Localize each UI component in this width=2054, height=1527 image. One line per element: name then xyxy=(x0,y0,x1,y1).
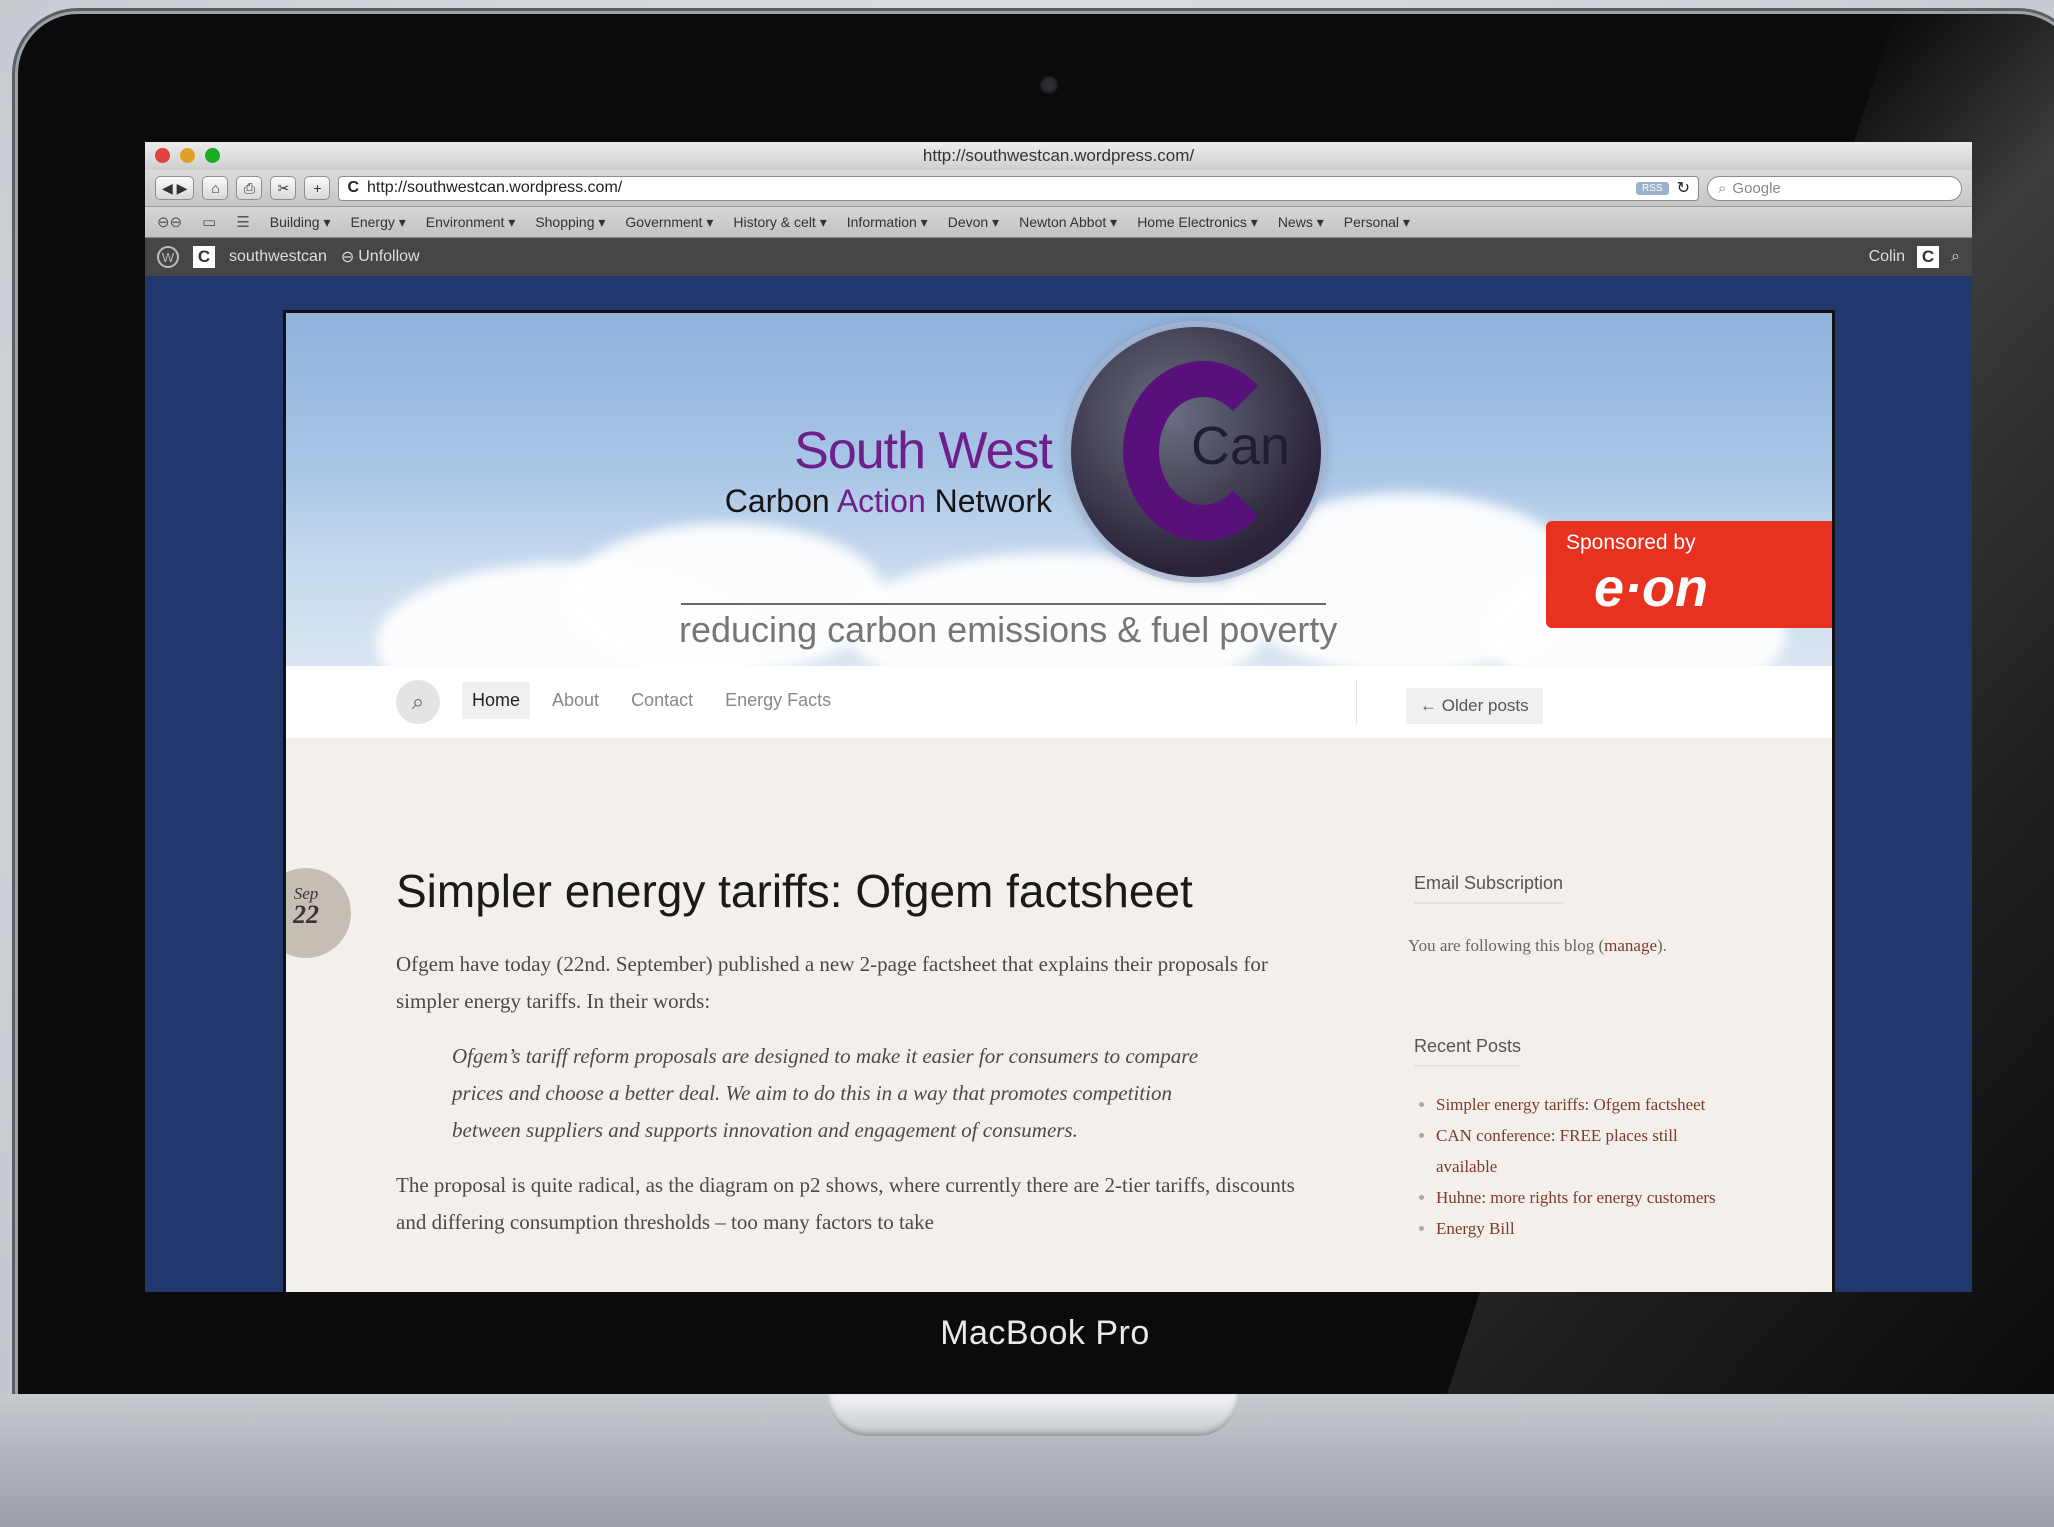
site-favicon-icon: C xyxy=(347,179,359,196)
logo-text: Can xyxy=(1191,416,1291,476)
bookmark-item[interactable]: Building ▾ xyxy=(270,214,331,231)
recent-post-link[interactable]: Energy Bill xyxy=(1436,1219,1515,1238)
bookmark-item[interactable]: Government ▾ xyxy=(625,214,713,231)
bookmark-item[interactable]: Information ▾ xyxy=(847,214,928,231)
post-title[interactable]: Simpler energy tariffs: Ofgem factsheet xyxy=(396,864,1193,918)
post-body: Ofgem have today (22nd. September) publi… xyxy=(396,946,1296,1259)
list-item: Energy Bill xyxy=(1436,1213,1728,1244)
website: South West Carbon Action Network Can red… xyxy=(283,310,1835,1292)
post-paragraph: The proposal is quite radical, as the di… xyxy=(396,1173,1295,1234)
title-word: Carbon xyxy=(724,483,830,519)
close-window-icon[interactable] xyxy=(155,148,170,163)
print-icon[interactable]: ⎙ xyxy=(236,176,263,200)
wordpress-logo-icon[interactable]: W xyxy=(157,246,179,268)
bookmark-item[interactable]: History & celt ▾ xyxy=(733,214,826,231)
search-icon: ⌕ xyxy=(1718,179,1727,197)
url-text: http://southwestcan.wordpress.com/ xyxy=(367,179,623,196)
laptop-notch xyxy=(828,1394,1238,1436)
recent-post-link[interactable]: Huhne: more rights for energy customers xyxy=(1436,1188,1716,1207)
minimize-window-icon[interactable] xyxy=(180,148,195,163)
bookmark-item[interactable]: Newton Abbot ▾ xyxy=(1019,214,1117,231)
sponsor-badge[interactable]: Sponsored by e·on xyxy=(1546,521,1832,628)
screenshot-icon[interactable]: ✂ xyxy=(270,176,297,200)
email-subscription-text: You are following this blog (manage). xyxy=(1408,936,1728,956)
site-name-link[interactable]: southwestcan xyxy=(229,248,327,266)
email-text-part: ). xyxy=(1657,936,1667,955)
traffic-lights xyxy=(155,148,220,163)
search-icon[interactable]: ⌕ xyxy=(1951,248,1960,266)
reload-icon[interactable]: ↻ xyxy=(1677,178,1690,198)
screen: http://southwestcan.wordpress.com/ ◀ ▶ ⌂… xyxy=(145,142,1972,1292)
grid-icon[interactable]: ☰ xyxy=(236,213,249,231)
search-placeholder: Google xyxy=(1732,179,1781,197)
manage-link[interactable]: manage xyxy=(1604,936,1657,955)
eon-logo: e·on xyxy=(1594,558,1708,618)
site-title-main: South West xyxy=(794,422,1053,480)
bookmark-item[interactable]: Home Electronics ▾ xyxy=(1137,214,1258,231)
bookmark-item[interactable]: Shopping ▾ xyxy=(535,214,605,231)
user-name[interactable]: Colin xyxy=(1869,248,1905,266)
search-icon[interactable]: ⌕ xyxy=(396,680,440,724)
post-blockquote: Ofgem’s tariff reform proposals are desi… xyxy=(452,1044,1199,1142)
recent-post-link[interactable]: Simpler energy tariffs: Ofgem factsheet xyxy=(1436,1095,1705,1114)
recent-posts-list: Simpler energy tariffs: Ofgem factsheet … xyxy=(1408,1089,1728,1244)
email-subscription-title: Email Subscription xyxy=(1414,873,1564,904)
bookmarks-bar: ⊖⊖ ▭ ☰ Building ▾ Energy ▾ Environment ▾… xyxy=(145,207,1972,238)
browser-toolbar: ◀ ▶ ⌂ ⎙ ✂ + C http://southwestcan.wordpr… xyxy=(145,170,1972,207)
site-header: South West Carbon Action Network Can red… xyxy=(286,313,1832,666)
bookmark-item[interactable]: Personal ▾ xyxy=(1344,214,1410,231)
sidebar: Email Subscription You are following thi… xyxy=(1408,873,1728,1261)
wordpress-admin-bar: W C southwestcan ⊖ Unfollow Colin C ⌕ xyxy=(145,238,1972,276)
laptop-frame: http://southwestcan.wordpress.com/ ◀ ▶ ⌂… xyxy=(18,14,2054,1394)
site-title[interactable]: South West Carbon Action Network xyxy=(725,421,1053,520)
address-bar[interactable]: C http://southwestcan.wordpress.com/ RSS… xyxy=(338,175,1699,201)
bookmark-item[interactable]: Devon ▾ xyxy=(948,214,999,231)
back-forward-button[interactable]: ◀ ▶ xyxy=(155,176,195,200)
recent-posts-title: Recent Posts xyxy=(1414,1036,1522,1067)
unfollow-button[interactable]: Unfollow xyxy=(358,248,419,266)
device-brand-label: MacBook Pro xyxy=(940,1314,1150,1352)
title-word: Network xyxy=(934,483,1052,519)
camera-icon xyxy=(1040,76,1058,94)
new-tab-button[interactable]: + xyxy=(304,176,331,200)
site-icon[interactable]: C xyxy=(193,246,215,268)
list-item: Simpler energy tariffs: Ofgem factsheet xyxy=(1436,1089,1728,1120)
zoom-window-icon[interactable] xyxy=(205,148,220,163)
can-logo: Can xyxy=(1071,327,1321,577)
nav-item-contact[interactable]: Contact xyxy=(621,682,703,719)
sponsor-label: Sponsored by xyxy=(1566,531,1696,554)
home-icon[interactable]: ⌂ xyxy=(202,176,229,200)
bookmark-item[interactable]: Energy ▾ xyxy=(351,214,406,231)
bookmark-item[interactable]: Environment ▾ xyxy=(426,214,516,231)
post-paragraph: Ofgem have today (22nd. September) publi… xyxy=(396,952,1268,1013)
window-title: http://southwestcan.wordpress.com/ xyxy=(922,146,1195,165)
email-text-part: You are following this blog ( xyxy=(1408,936,1605,955)
tagline-divider xyxy=(681,603,1326,605)
date-badge: Sep 22 xyxy=(286,868,351,958)
site-navigation: ⌕ Home About Contact Energy Facts ← Olde… xyxy=(286,666,1832,738)
window-titlebar: http://southwestcan.wordpress.com/ xyxy=(145,142,1972,170)
book-icon[interactable]: ▭ xyxy=(202,213,216,231)
bookmark-item[interactable]: News ▾ xyxy=(1278,214,1324,231)
date-day: 22 xyxy=(293,900,319,929)
older-posts-button[interactable]: ← Older posts xyxy=(1406,688,1543,724)
nav-item-home[interactable]: Home xyxy=(462,682,531,719)
site-tagline: reducing carbon emissions & fuel poverty xyxy=(679,609,1338,650)
recent-post-link[interactable]: CAN conference: FREE places still availa… xyxy=(1436,1126,1678,1176)
search-field[interactable]: ⌕ Google xyxy=(1707,175,1962,201)
nav-item-about[interactable]: About xyxy=(542,682,609,719)
nav-menu: Home About Contact Energy Facts xyxy=(462,682,841,719)
nav-item-energy-facts[interactable]: Energy Facts xyxy=(715,682,841,719)
site-title-sub: Carbon Action Network xyxy=(725,483,1052,520)
rss-icon[interactable]: RSS xyxy=(1636,181,1669,195)
unfollow-icon[interactable]: ⊖ xyxy=(341,247,354,267)
user-avatar[interactable]: C xyxy=(1917,246,1940,268)
title-word: Action xyxy=(836,483,926,519)
list-item: CAN conference: FREE places still availa… xyxy=(1436,1120,1728,1182)
nav-divider xyxy=(1356,680,1357,724)
reader-icon[interactable]: ⊖⊖ xyxy=(157,213,182,231)
list-item: Huhne: more rights for energy customers xyxy=(1436,1182,1728,1213)
